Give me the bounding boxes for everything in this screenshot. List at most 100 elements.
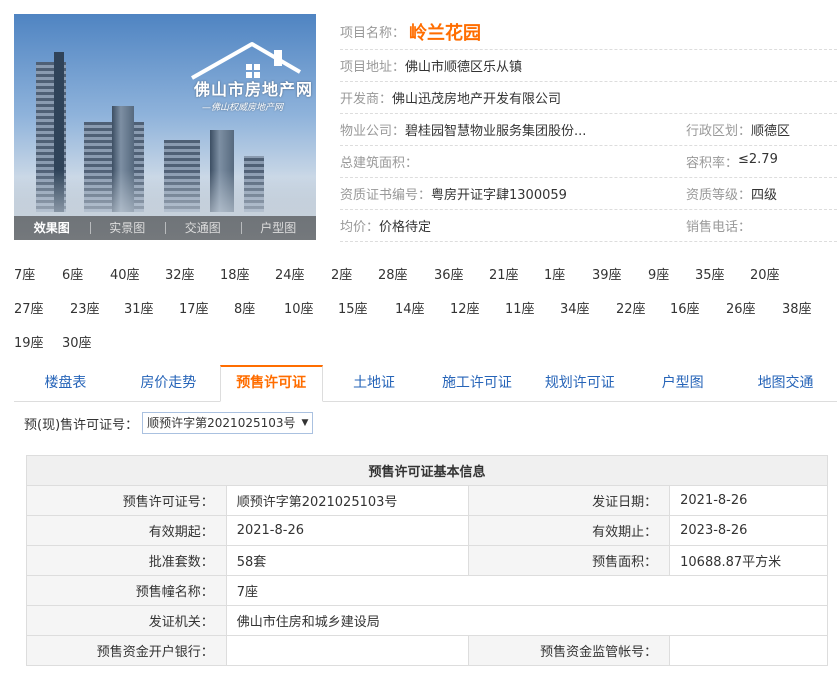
building-link[interactable]: 40座 [110,264,140,283]
building-link[interactable]: 22座 [616,298,646,317]
building-link[interactable]: 6座 [62,264,83,283]
presale-area-value: 10688.87平方米 [669,545,828,576]
info-row-developer: 开发商： 佛山迅茂房地产开发有限公司 [340,82,837,114]
building-link[interactable]: 34座 [560,298,590,317]
valid-from-value: 2021-8-26 [225,515,470,546]
building-row: 27座 23座 31座 17座 8座 10座 15座 14座 12座 11座 34座 22座 16座 26… [14,290,837,324]
tab-planning-permit[interactable]: 规划许可证 [528,366,631,401]
image-tab-floorplan[interactable]: 户型图 [240,216,317,240]
property-label: 物业公司： [340,124,406,139]
building-link[interactable]: 10座 [284,298,314,317]
building-link[interactable]: 8座 [234,298,255,317]
building-link[interactable]: 31座 [124,298,154,317]
chevron-down-icon: ▼ [301,418,309,428]
building-link[interactable]: 30座 [62,332,92,351]
image-tab-traffic[interactable]: 交通图 [165,216,241,240]
building-link[interactable]: 35座 [695,264,725,283]
building-name-label: 预售幢名称： [26,575,227,606]
phone-label: 销售电话： [686,220,752,235]
issue-date-label: 发证日期： [468,485,671,516]
building-link[interactable]: 32座 [165,264,195,283]
building-link[interactable]: 27座 [14,298,44,317]
district-value: 顺德区 [751,124,791,139]
tab-presale-permit[interactable]: 预售许可证 [219,365,323,402]
permit-no-label: 预售许可证号： [26,485,227,516]
building-link[interactable]: 28座 [378,264,408,283]
building-link[interactable]: 39座 [592,264,622,283]
grade-value: 四级 [751,188,778,203]
tab-map-traffic[interactable]: 地图交通 [734,366,837,401]
units-value: 58套 [225,545,470,576]
far-label: 容积率： [686,156,739,171]
bank-value [225,635,470,666]
developer-value: 佛山迅茂房地产开发有限公司 [392,92,562,107]
price-label: 均价： [340,220,380,235]
tab-land-cert[interactable]: 土地证 [323,366,426,401]
building-link[interactable]: 20座 [750,264,780,283]
image-tabs: 效果图 实景图 交通图 户型图 [14,216,316,240]
building-link[interactable]: 38座 [782,298,812,317]
building-link[interactable]: 36座 [434,264,464,283]
building-link[interactable]: 21座 [489,264,519,283]
presale-area-label: 预售面积： [468,545,671,576]
building-link[interactable]: 16座 [670,298,700,317]
tab-construction-permit[interactable]: 施工许可证 [426,366,529,401]
building-link[interactable]: 2座 [331,264,352,283]
property-value: 碧桂园智慧物业服务集团股份... [405,124,587,139]
valid-to-label: 有效期止： [468,515,671,546]
issue-date-value: 2021-8-26 [669,485,828,516]
cert-label: 资质证书编号： [340,188,432,203]
building-link[interactable]: 18座 [220,264,250,283]
building-link[interactable]: 15座 [338,298,368,317]
project-image[interactable]: 佛山市房地产网 —佛山权威房地产网 效果图 实景图 交通图 户型图 [14,14,316,240]
tab-price-trend[interactable]: 房价走势 [117,366,220,401]
permit-select-label: 预(现)售许可证号： [24,417,139,433]
building-link[interactable]: 24座 [275,264,305,283]
table-row: 预售幢名称： 7座 [26,575,829,606]
valid-to-value: 2023-8-26 [669,515,828,546]
bank-label: 预售资金开户银行： [26,635,227,666]
account-label: 预售资金监管帐号： [468,635,671,666]
building-link[interactable]: 9座 [648,264,669,283]
building-link[interactable]: 7座 [14,264,35,283]
building-link[interactable]: 12座 [450,298,480,317]
table-header-row: 预售许可证基本信息 [26,455,828,486]
building-row: 7座 6座 40座 32座 18座 24座 2座 28座 36座 21座 1座 39座 9座 35座 20座 [14,256,837,290]
units-label: 批准套数： [26,545,227,576]
district-label: 行政区划： [686,124,752,139]
building-link[interactable]: 26座 [726,298,756,317]
table-row: 发证机关： 佛山市住房和城乡建设局 [26,605,829,636]
table-row: 批准套数： 58套 预售面积： 10688.87平方米 [26,545,828,576]
table-title: 预售许可证基本信息 [26,455,828,486]
building-link[interactable]: 19座 [14,332,44,351]
building-link[interactable]: 17座 [179,298,209,317]
building-link[interactable]: 14座 [395,298,425,317]
building-link[interactable]: 11座 [505,298,535,317]
building-link[interactable]: 1座 [544,264,565,283]
info-row-property: 物业公司： 碧桂园智慧物业服务集团股份... 行政区划： 顺德区 [340,114,837,146]
detail-tabs: 楼盘表 房价走势 预售许可证 土地证 施工许可证 规划许可证 户型图 地图交通 [14,365,837,402]
building-link[interactable]: 23座 [70,298,100,317]
area-label: 总建筑面积： [340,156,419,171]
authority-value: 佛山市住房和城乡建设局 [225,605,829,636]
info-row-price: 均价： 价格待定 销售电话： [340,210,837,242]
table-row: 预售许可证号： 顺预许字第2021025103号 发证日期： 2021-8-26 [26,485,828,516]
grade-label: 资质等级： [686,188,752,203]
permit-select[interactable]: 顺预许字第2021025103号 ▼ [142,412,314,434]
image-tab-photo[interactable]: 实景图 [89,216,166,240]
tab-floorplan[interactable]: 户型图 [631,366,734,401]
far-value: ≤2.79 [738,152,778,167]
name-label: 项目名称： [340,26,406,41]
address-value: 佛山市顺德区乐从镇 [405,60,523,75]
building-list: 7座 6座 40座 32座 18座 24座 2座 28座 36座 21座 1座 39座 9座 35座 20座… [14,256,837,358]
table-row: 预售资金开户银行： 预售资金监管帐号： [26,635,828,666]
info-row-name: 项目名称： 岭兰花园 [340,14,837,50]
building-name-value: 7座 [225,575,829,606]
account-value [669,635,828,666]
info-row-address: 项目地址： 佛山市顺德区乐从镇 [340,50,837,82]
image-tab-render[interactable]: 效果图 [14,216,90,240]
developer-label: 开发商： [340,92,393,107]
permit-no-value: 顺预许字第2021025103号 [225,485,470,516]
tab-building-table[interactable]: 楼盘表 [14,366,117,401]
authority-label: 发证机关： [26,605,227,636]
